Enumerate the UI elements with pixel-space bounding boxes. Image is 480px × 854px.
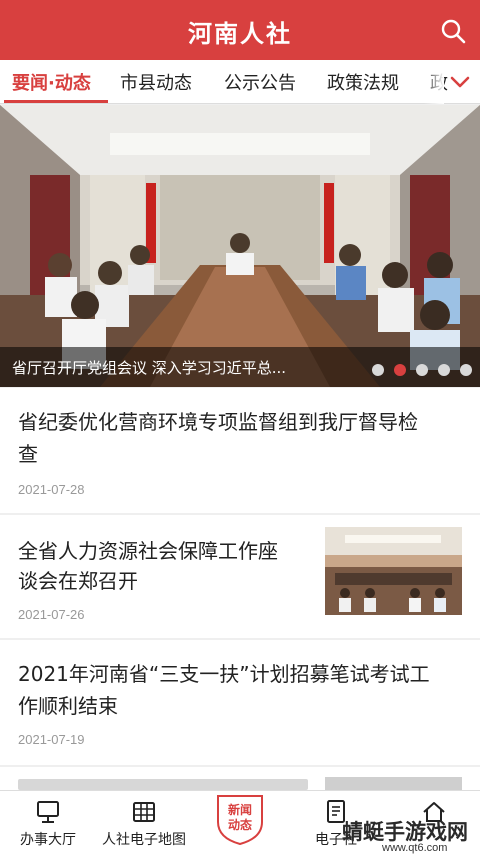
nav-label: 人社电子地图	[102, 832, 186, 848]
chevron-down-icon[interactable]	[448, 70, 472, 94]
tab-city-county[interactable]: 市县动态	[120, 69, 192, 95]
carousel-dot[interactable]	[438, 364, 450, 376]
news-title-line1: 省纪委优化营商环境专项监督组到我厅督导检	[18, 410, 418, 434]
truncated-title	[18, 779, 308, 790]
app-title: 河南人社	[188, 19, 292, 48]
badge-text-line1: 新闻	[227, 803, 252, 817]
news-date: 2021-07-26	[18, 607, 85, 622]
news-item[interactable]: 省纪委优化营商环境专项监督组到我厅督导检 查 2021-07-28	[0, 388, 480, 513]
nav-service-hall[interactable]: 办事大厅	[4, 791, 92, 854]
news-carousel[interactable]: 省厅召开厅党组会议 深入学习习近平总...	[0, 105, 480, 387]
monitor-icon	[37, 801, 59, 823]
carousel-indicator	[362, 361, 472, 380]
carousel-caption-bar: 省厅召开厅党组会议 深入学习习近平总...	[0, 347, 480, 387]
tab-announcements[interactable]: 公示公告	[224, 69, 296, 95]
tab-fade	[424, 60, 444, 104]
watermark-url: www.qt6.com	[382, 842, 448, 854]
active-tab-indicator	[4, 100, 108, 103]
carousel-caption[interactable]: 省厅召开厅党组会议 深入学习习近平总...	[12, 357, 352, 378]
news-thumbnail	[325, 527, 462, 615]
watermark: 蜻蜓手游戏网 www.qt6.com	[336, 816, 480, 854]
map-grid-icon	[133, 802, 155, 822]
category-tabs: 要闻·动态 市县动态 公示公告 政策法规 政	[0, 60, 480, 104]
nav-label: 办事大厅	[20, 832, 76, 848]
news-title-line2: 查	[18, 442, 38, 466]
carousel-dot[interactable]	[372, 364, 384, 376]
tab-policies[interactable]: 政策法规	[327, 69, 399, 95]
carousel-dot[interactable]	[460, 364, 472, 376]
news-thumbnail	[325, 777, 462, 790]
tab-news[interactable]: 要闻·动态	[12, 69, 91, 95]
news-title-line2: 谈会在郑召开	[18, 569, 138, 593]
carousel-dot[interactable]	[416, 364, 428, 376]
nav-news-badge[interactable]: 新闻 动态	[214, 792, 266, 846]
news-item[interactable]: 2021年河南省“三支一扶”计划招募笔试考试工 作顺利结束 2021-07-19	[0, 640, 480, 765]
news-item-partial[interactable]	[0, 767, 480, 790]
app-header: 河南人社	[0, 0, 480, 60]
carousel-dot-active[interactable]	[394, 364, 406, 376]
news-date: 2021-07-28	[18, 482, 85, 497]
nav-e-map[interactable]: 人社电子地图	[94, 791, 194, 854]
badge-text-line2: 动态	[227, 818, 252, 832]
news-title-line1: 2021年河南省“三支一扶”计划招募笔试考试工	[18, 662, 430, 686]
news-date: 2021-07-19	[18, 732, 85, 747]
news-title-line2: 作顺利结束	[18, 694, 118, 718]
search-icon[interactable]	[440, 18, 466, 44]
meeting-photo	[0, 105, 480, 387]
news-item[interactable]: 全省人力资源社会保障工作座 谈会在郑召开 2021-07-26	[0, 515, 480, 638]
